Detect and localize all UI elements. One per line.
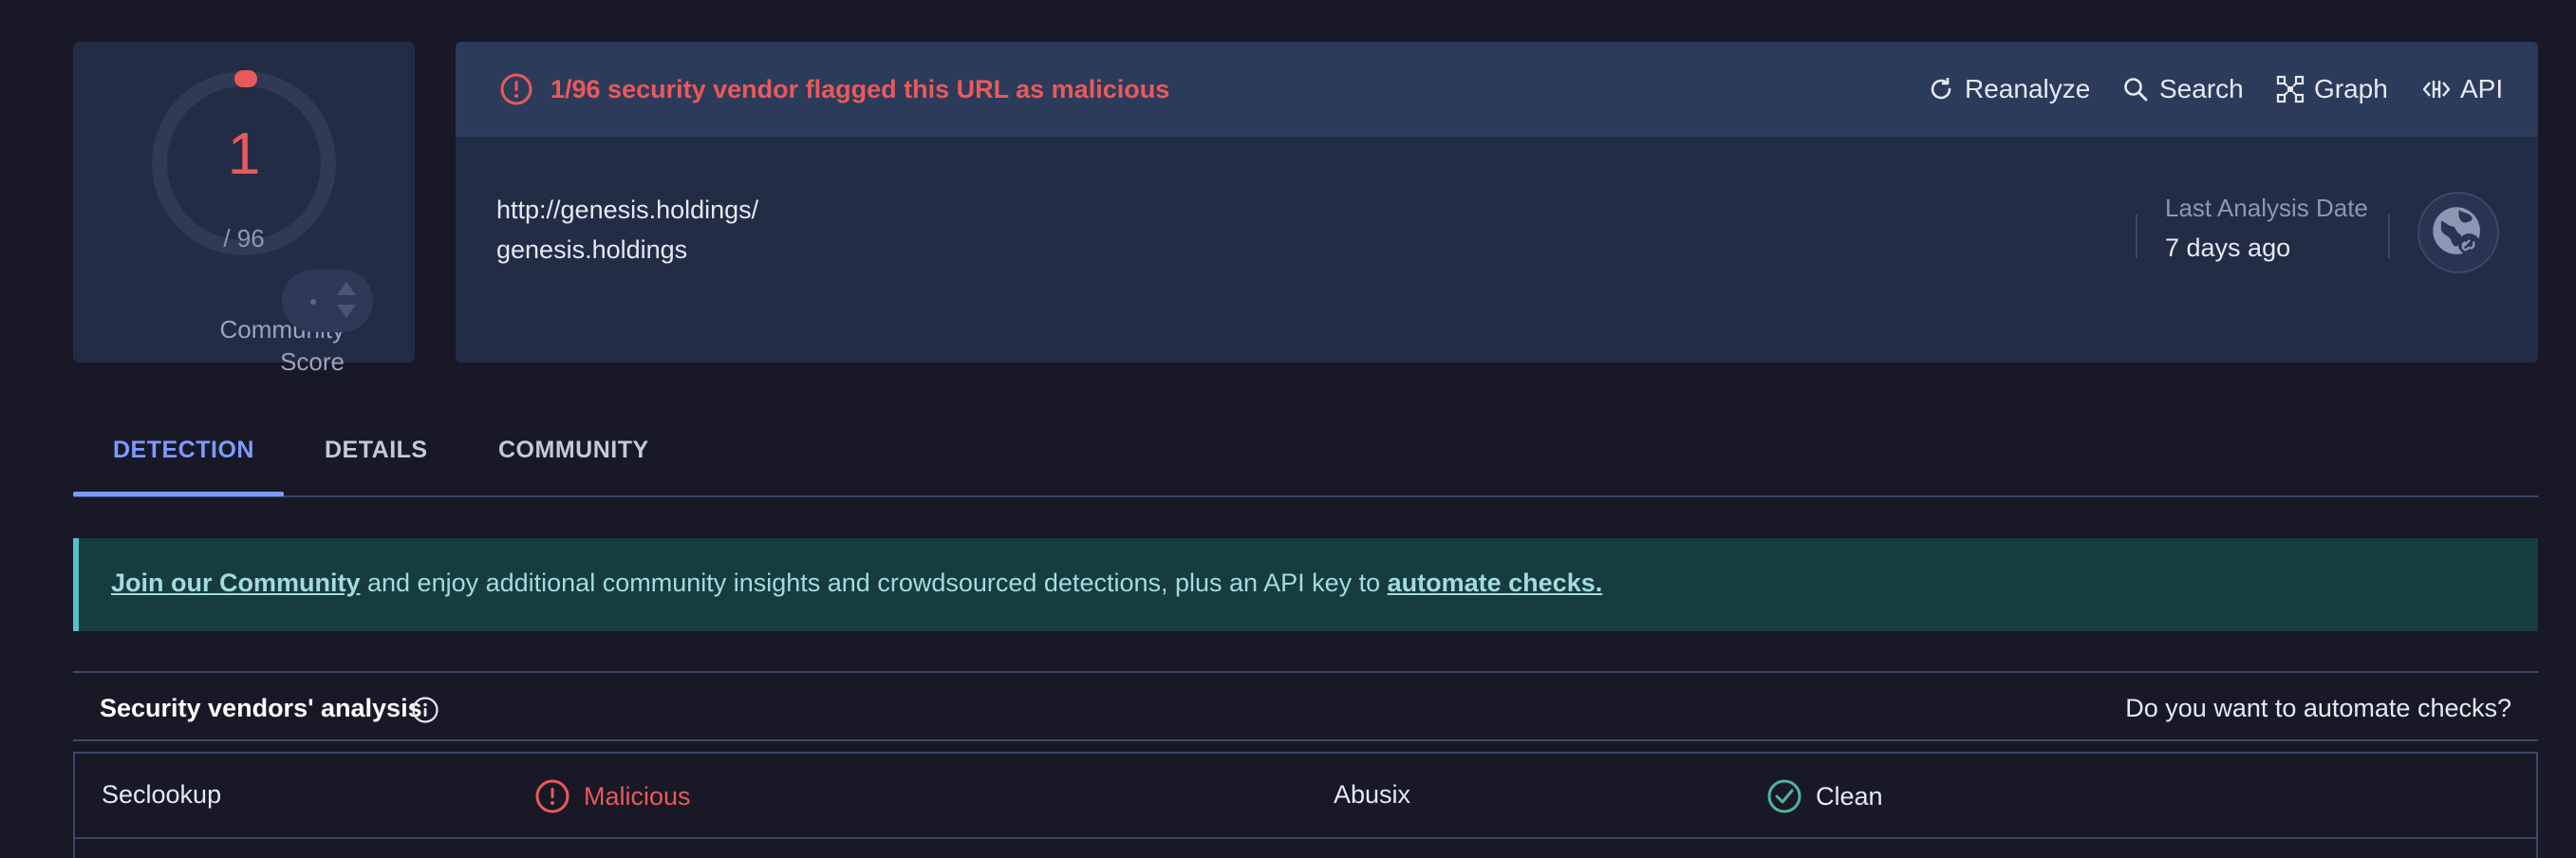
banner-middle-text: and enjoy additional community insights … — [360, 569, 1388, 597]
clean-check-icon — [1767, 779, 1801, 813]
join-community-link[interactable]: Join our Community — [111, 569, 361, 597]
verdict-label: Malicious — [584, 781, 691, 811]
alert-circle-icon — [500, 73, 532, 105]
search-icon — [2124, 78, 2148, 102]
tab-details[interactable]: DETAILS — [325, 437, 428, 464]
page: 1 / 96 Community Score 1/96 security ven… — [0, 0, 2576, 858]
last-analysis-value: 7 days ago — [2165, 233, 2291, 262]
result-tabs: DETECTION DETAILS COMMUNITY — [73, 418, 2538, 497]
refresh-icon — [1931, 78, 1951, 100]
search-button[interactable]: Search — [2121, 70, 2244, 108]
vote-down-icon[interactable] — [337, 305, 356, 318]
community-banner: Join our Community and enjoy additional … — [73, 538, 2538, 631]
analysis-header-card: 1/96 security vendor flagged this URL as… — [456, 42, 2538, 363]
vote-up-icon[interactable] — [337, 282, 356, 295]
detection-count: 1 — [227, 121, 261, 187]
info-icon[interactable] — [411, 696, 439, 724]
tab-community[interactable]: COMMUNITY — [498, 437, 649, 464]
last-analysis-label: Last Analysis Date — [2165, 194, 2368, 222]
url-globe-icon — [2417, 192, 2499, 273]
api-label: API — [2460, 74, 2504, 103]
detection-total: / 96 — [223, 224, 265, 252]
graph-label: Graph — [2314, 74, 2388, 103]
divider — [2136, 214, 2137, 258]
verdict-label: Clean — [1816, 781, 1883, 811]
detection-score-card: 1 / 96 Community Score — [73, 42, 415, 376]
automate-checks-prompt[interactable]: Do you want to automate checks? — [2125, 694, 2511, 723]
scanned-domain[interactable]: genesis.holdings — [496, 235, 687, 265]
active-tab-indicator — [73, 492, 284, 496]
scanned-url: http://genesis.holdings/ — [496, 196, 759, 224]
api-button[interactable]: API — [2422, 70, 2503, 108]
api-icon — [2422, 81, 2451, 98]
search-label: Search — [2159, 74, 2244, 103]
vendor-verdict: Clean — [1766, 778, 1883, 814]
divider — [2388, 214, 2390, 258]
alert-bar: 1/96 security vendor flagged this URL as… — [456, 42, 2538, 137]
graph-icon — [2276, 75, 2305, 103]
score-ring-indicator — [234, 70, 257, 87]
vote-score-dot — [310, 299, 316, 305]
automate-checks-link[interactable]: automate checks. — [1388, 569, 1603, 597]
vendor-verdict: Malicious — [534, 778, 691, 814]
reanalyze-label: Reanalyze — [1965, 74, 2091, 103]
banner-text: Join our Community and enjoy additional … — [111, 569, 1602, 598]
vendor-row: Seclookup Malicious Abusix Clean — [73, 752, 2538, 839]
vendors-title: Security vendors' analysis — [100, 694, 422, 722]
alert-message: 1/96 security vendor flagged this URL as… — [551, 75, 1170, 103]
tab-detection[interactable]: DETECTION — [113, 437, 254, 464]
next-row-edge — [73, 839, 2538, 858]
malicious-icon — [535, 779, 569, 813]
vendors-header: Security vendors' analysis Do you want t… — [73, 671, 2538, 741]
vendor-name: Seclookup — [102, 780, 222, 809]
vendor-name: Abusix — [1334, 780, 1411, 809]
community-vote-control — [282, 270, 373, 332]
graph-button[interactable]: Graph — [2276, 70, 2388, 108]
reanalyze-button[interactable]: Reanalyze — [1927, 70, 2090, 108]
